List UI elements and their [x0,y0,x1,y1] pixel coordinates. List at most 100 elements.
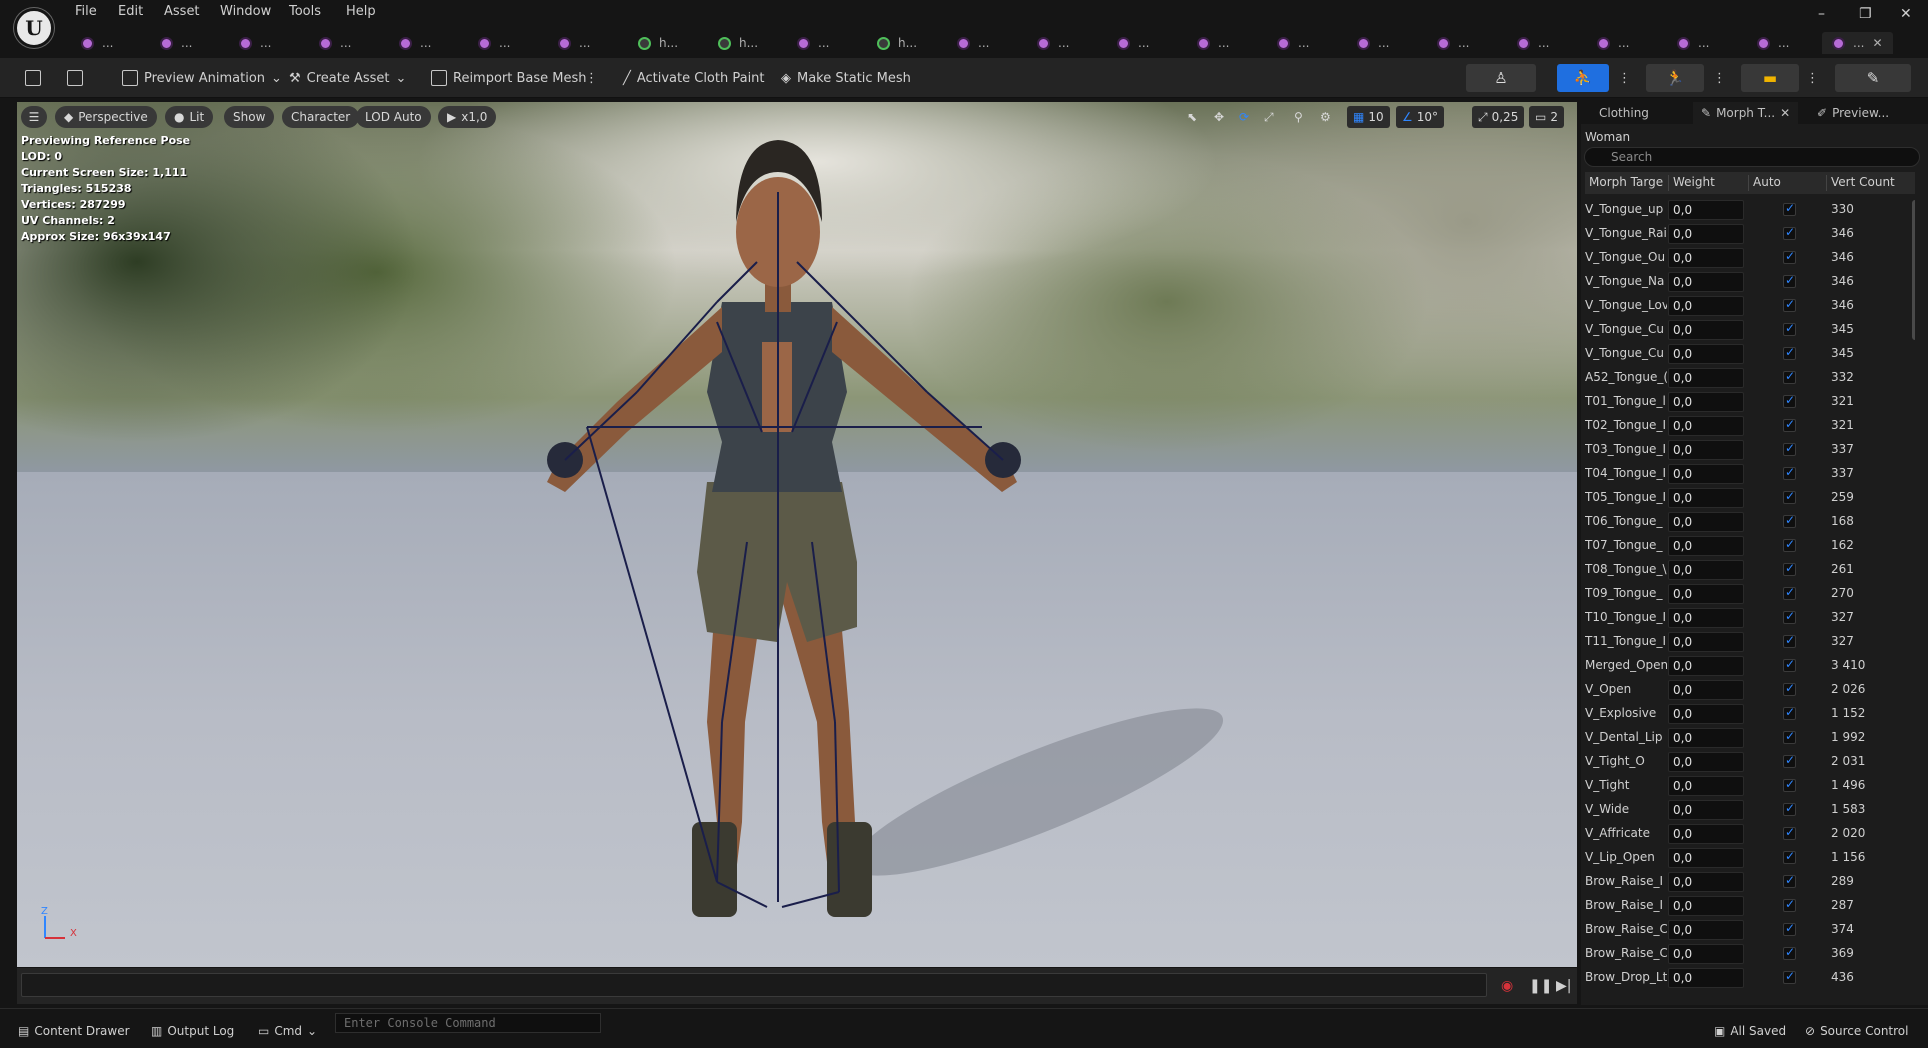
weight-input[interactable]: 0,0 [1668,872,1744,892]
reimport-base-mesh-button[interactable]: Reimport Base Mesh [431,68,587,88]
auto-checkbox[interactable] [1783,201,1796,216]
table-row[interactable]: V_Tongue_Rai0,0 346 [1585,222,1915,246]
table-row[interactable]: Brow_Raise_C0,0 369 [1585,942,1915,966]
document-tab[interactable]: ... [1757,32,1789,54]
table-row[interactable]: T11_Tongue_I0,0 327 [1585,630,1915,654]
weight-input[interactable]: 0,0 [1668,848,1744,868]
character-button[interactable]: Character [282,106,360,128]
table-row[interactable]: T02_Tongue_I0,0 321 [1585,414,1915,438]
weight-input[interactable]: 0,0 [1668,584,1744,604]
table-row[interactable]: V_Tongue_Lov0,0 346 [1585,294,1915,318]
auto-checkbox[interactable] [1783,513,1796,528]
scale-snap-button[interactable]: ⤢ 0,25 [1472,106,1525,128]
auto-checkbox[interactable] [1783,441,1796,456]
translate-icon[interactable]: ✥ [1214,106,1224,128]
weight-input[interactable]: 0,0 [1668,704,1744,724]
weight-input[interactable]: 0,0 [1668,248,1744,268]
world-local-icon[interactable]: ⚙ [1320,106,1331,128]
table-row[interactable]: T06_Tongue_ 0,0 168 [1585,510,1915,534]
auto-checkbox[interactable] [1783,321,1796,336]
table-row[interactable]: V_Lip_Open 0,0 1 156 [1585,846,1915,870]
minimize-button[interactable]: – [1818,6,1825,22]
table-row[interactable]: T03_Tongue_I0,0 337 [1585,438,1915,462]
weight-input[interactable]: 0,0 [1668,896,1744,916]
document-tab[interactable]: ... [1277,32,1309,54]
table-row[interactable]: V_Tongue_Na0,0 346 [1585,270,1915,294]
weight-input[interactable]: 0,0 [1668,488,1744,508]
auto-checkbox[interactable] [1783,489,1796,504]
perspective-button[interactable]: ◆ Perspective [55,106,157,128]
close-tab-icon[interactable]: ✕ [1780,106,1790,120]
animation-editor-button[interactable]: 🏃 [1646,64,1704,92]
timeline-track[interactable] [21,973,1487,997]
table-row[interactable]: V_Affricate 0,0 2 020 [1585,822,1915,846]
document-tab[interactable]: ... [957,32,989,54]
auto-checkbox[interactable] [1783,609,1796,624]
auto-checkbox[interactable] [1783,369,1796,384]
weight-input[interactable]: 0,0 [1668,728,1744,748]
document-tab[interactable]: ... [1437,32,1469,54]
tab-morph-targets[interactable]: ✎ Morph T... ✕ [1693,102,1799,124]
document-tab[interactable]: ... [319,32,351,54]
show-button[interactable]: Show [224,106,275,128]
auto-checkbox[interactable] [1783,777,1796,792]
auto-checkbox[interactable] [1783,417,1796,432]
document-tab[interactable]: h... [718,32,758,54]
auto-checkbox[interactable] [1783,825,1796,840]
table-row[interactable]: V_Open 0,0 2 026 [1585,678,1915,702]
auto-checkbox[interactable] [1783,393,1796,408]
cmd-selector[interactable]: ▭ Cmd ⌄ [258,1023,317,1039]
activate-cloth-paint-button[interactable]: ╱ Activate Cloth Paint [623,68,765,88]
table-row[interactable]: Brow_Raise_C0,0 374 [1585,918,1915,942]
weight-input[interactable]: 0,0 [1668,920,1744,940]
playback-speed-button[interactable]: ▶ x1,0 [438,106,497,128]
tab-clothing[interactable]: Clothing [1591,102,1657,124]
document-tab[interactable]: h... [638,32,678,54]
weight-input[interactable]: 0,0 [1668,656,1744,676]
close-tab-icon[interactable]: ✕ [1872,36,1882,50]
weight-input[interactable]: 0,0 [1668,536,1744,556]
weight-input[interactable]: 0,0 [1668,464,1744,484]
auto-checkbox[interactable] [1783,921,1796,936]
unreal-logo-icon[interactable]: U [14,8,54,48]
close-window-button[interactable]: ✕ [1900,6,1912,22]
auto-checkbox[interactable] [1783,561,1796,576]
content-drawer-button[interactable]: ▤ Content Drawer [18,1023,130,1039]
table-row[interactable]: T08_Tongue_\0,0 261 [1585,558,1915,582]
column-morph-target[interactable]: Morph Targe [1589,175,1669,191]
weight-input[interactable]: 0,0 [1668,296,1744,316]
create-asset-button[interactable]: ⚒ Create Asset ⌄ [289,68,406,88]
more-options-icon[interactable]: ⋮ [1618,68,1631,88]
table-row[interactable]: T07_Tongue_ 0,0 162 [1585,534,1915,558]
skeleton-editor-button[interactable]: ♙ [1466,64,1536,92]
document-tab[interactable]: ... [478,32,510,54]
table-row[interactable]: T10_Tongue_I0,0 327 [1585,606,1915,630]
auto-checkbox[interactable] [1783,969,1796,984]
table-row[interactable]: Merged_Open0,0 3 410 [1585,654,1915,678]
document-tab[interactable]: ... [160,32,192,54]
viewport[interactable]: ☰ ◆ Perspective ● Lit Show Character LOD A… [17,102,1577,967]
table-row[interactable]: V_Wide 0,0 1 583 [1585,798,1915,822]
document-tab-active[interactable]: ... ✕ [1822,32,1893,54]
document-tab[interactable]: ... [1117,32,1149,54]
weight-input[interactable]: 0,0 [1668,272,1744,292]
weight-input[interactable]: 0,0 [1668,752,1744,772]
weight-input[interactable]: 0,0 [1668,368,1744,388]
auto-checkbox[interactable] [1783,633,1796,648]
table-row[interactable]: V_Dental_Lip 0,0 1 992 [1585,726,1915,750]
preview-animation-button[interactable]: Preview Animation ⌄ [122,68,282,88]
weight-input[interactable]: 0,0 [1668,824,1744,844]
browse-asset-button[interactable] [67,68,83,88]
save-button[interactable] [25,68,41,88]
table-row[interactable]: V_Tongue_Ou0,0 346 [1585,246,1915,270]
document-tab[interactable]: ... [1677,32,1709,54]
weight-input[interactable]: 0,0 [1668,440,1744,460]
auto-checkbox[interactable] [1783,297,1796,312]
menu-help[interactable]: Help [346,4,376,19]
table-row[interactable]: Brow_Raise_I 0,0 289 [1585,870,1915,894]
auto-checkbox[interactable] [1783,681,1796,696]
weight-input[interactable]: 0,0 [1668,680,1744,700]
camera-speed-button[interactable]: ▭ 2 [1529,106,1564,128]
weight-input[interactable]: 0,0 [1668,416,1744,436]
auto-checkbox[interactable] [1783,465,1796,480]
